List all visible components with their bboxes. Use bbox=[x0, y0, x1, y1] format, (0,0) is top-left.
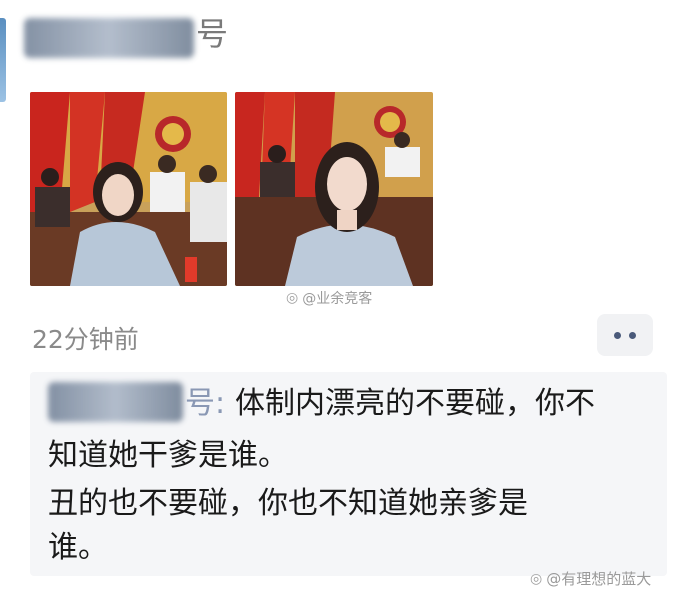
more-dots-icon bbox=[614, 331, 621, 339]
comment-text-line: 体制内漂亮的不要碰，你不 bbox=[235, 386, 595, 421]
left-edge-strip bbox=[0, 18, 6, 102]
post-photo-1[interactable] bbox=[30, 92, 227, 286]
author-name-suffix: 号 bbox=[196, 15, 229, 53]
comment-text-line: 知道她干爹是谁。 bbox=[48, 438, 288, 473]
post-photo-2[interactable] bbox=[235, 92, 433, 286]
weibo-icon: ◎ bbox=[530, 570, 543, 587]
comment-text-line: 丑的也不要碰，你也不知道她亲爹是 bbox=[48, 486, 528, 521]
weibo-watermark-bottom: ◎ @有理想的蓝大 bbox=[530, 568, 651, 589]
watermark-top-text: @业余竞客 bbox=[302, 291, 373, 307]
weibo-icon: ◎ bbox=[286, 290, 299, 306]
blurred-comment-author[interactable] bbox=[48, 382, 183, 422]
more-dots-icon bbox=[629, 331, 636, 339]
comment-author-suffix: 号: bbox=[185, 386, 226, 421]
blurred-author-name[interactable] bbox=[24, 18, 194, 58]
watermark-bottom-text: @有理想的蓝大 bbox=[546, 570, 652, 588]
post-timestamp: 22分钟前 bbox=[32, 325, 139, 354]
comment-text-line: 谁。 bbox=[48, 530, 108, 565]
more-button[interactable] bbox=[597, 314, 653, 356]
weibo-watermark-top: ◎ @业余竞客 bbox=[286, 288, 372, 308]
